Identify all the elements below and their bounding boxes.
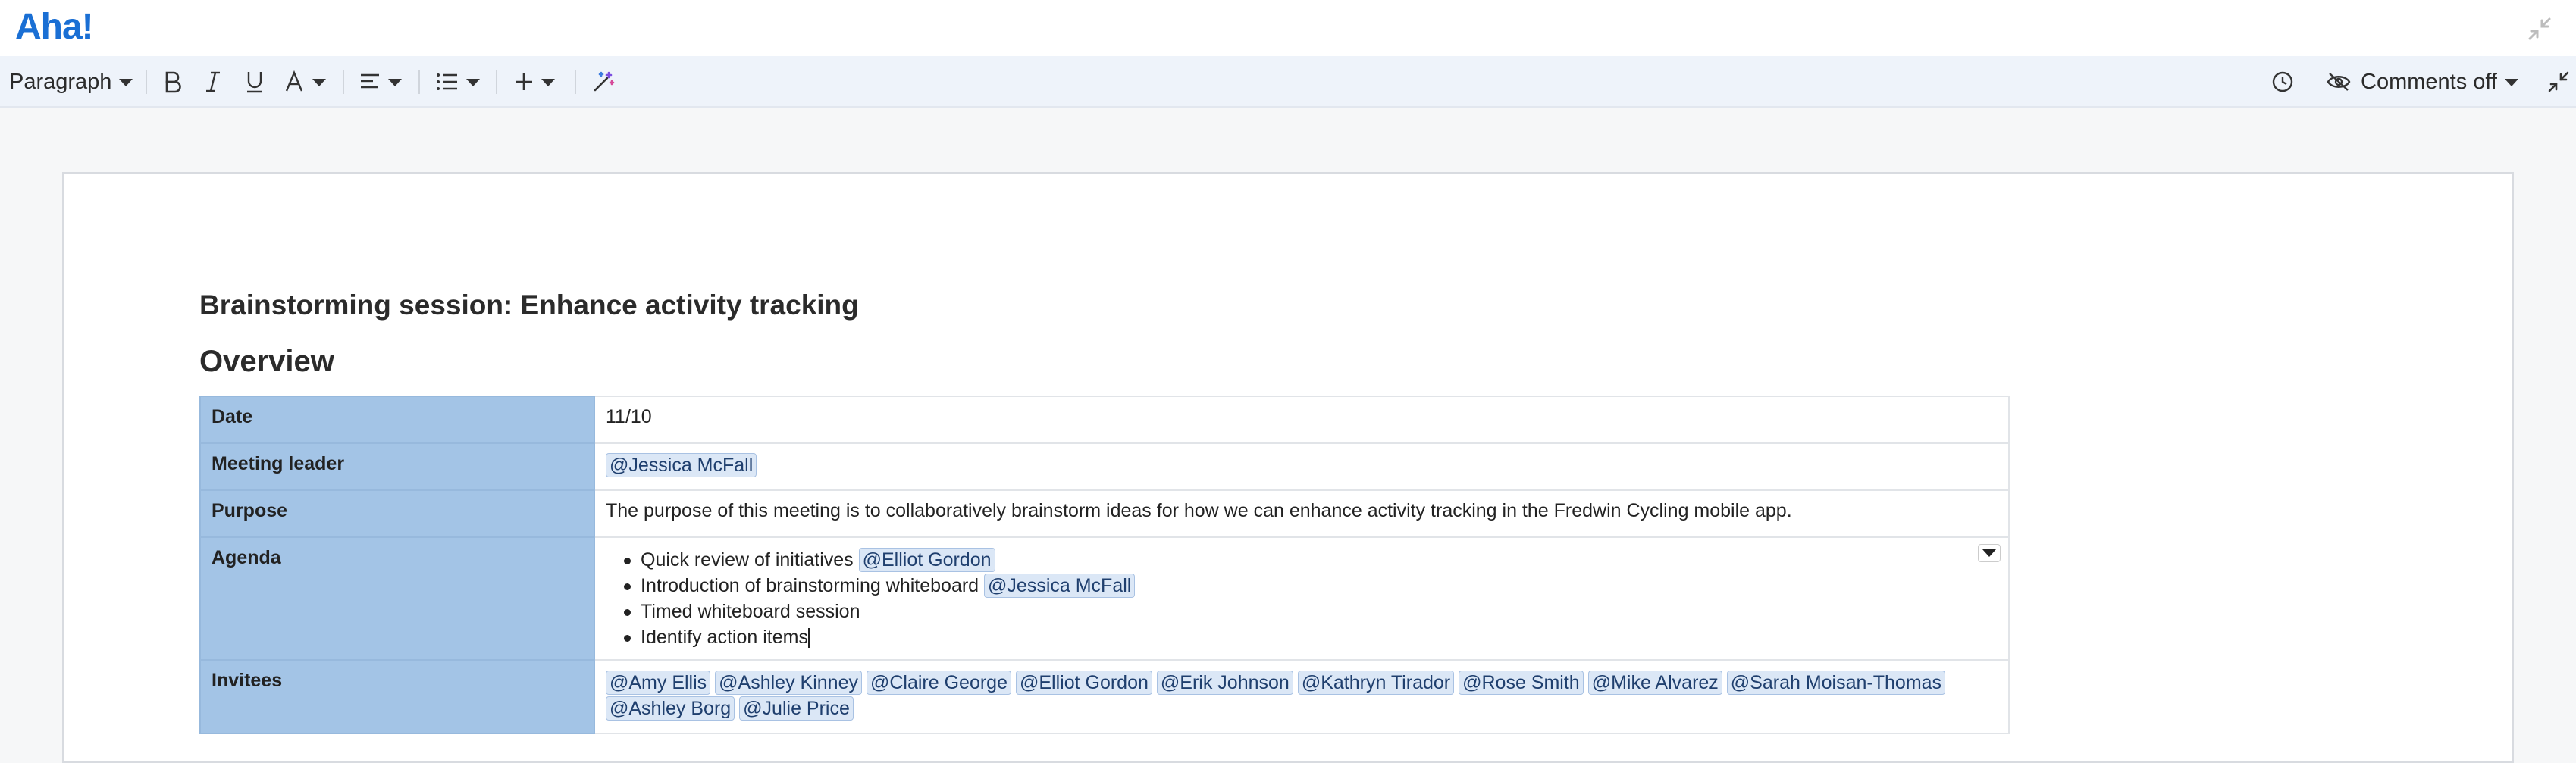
align-dropdown[interactable] xyxy=(359,56,402,108)
bold-button[interactable] xyxy=(163,56,183,108)
align-icon xyxy=(361,73,379,89)
mention-tag[interactable]: @Jessica McFall xyxy=(984,574,1136,598)
mention-tag[interactable]: @Ashley Borg xyxy=(606,696,735,721)
collapse-editor-button[interactable] xyxy=(2547,56,2570,108)
table-row: Agenda Quick review of initiatives @Elli… xyxy=(199,536,2010,661)
history-icon xyxy=(2272,71,2293,92)
toolbar-divider xyxy=(575,70,576,94)
italic-icon xyxy=(206,71,220,92)
list-item[interactable]: Introduction of brainstorming whiteboard… xyxy=(606,573,1998,599)
chevron-down-icon xyxy=(466,79,480,86)
invitees-label: Invitees xyxy=(199,659,595,734)
list-icon xyxy=(437,73,457,90)
invitees-value[interactable]: @Amy Ellis @Ashley Kinney @Claire George @E… xyxy=(594,659,2010,734)
plus-icon xyxy=(516,73,532,90)
mention-tag[interactable]: @Julie Price xyxy=(739,696,854,721)
toolbar-divider xyxy=(418,70,420,94)
text-color-dropdown[interactable] xyxy=(284,56,326,108)
agenda-list: Quick review of initiatives @Elliot Gord… xyxy=(606,547,1998,650)
mention-tag[interactable]: @Ashley Kinney xyxy=(715,671,862,695)
comments-dropdown[interactable]: Comments off xyxy=(2326,56,2518,108)
bold-icon xyxy=(165,71,181,93)
chevron-down-icon xyxy=(312,79,326,86)
ai-assist-button[interactable] xyxy=(592,56,615,108)
chevron-down-icon xyxy=(388,79,402,86)
table-row: Invitees @Amy Ellis @Ashley Kinney @Claire… xyxy=(199,659,2010,734)
underline-button[interactable] xyxy=(244,56,265,108)
table-row: Date 11/10 xyxy=(199,396,2010,444)
purpose-value[interactable]: The purpose of this meeting is to collab… xyxy=(594,489,2010,538)
overview-table: Date 11/10 Meeting leader @Jessica McFal… xyxy=(199,396,2010,734)
paragraph-style-dropdown[interactable]: Paragraph xyxy=(9,56,133,108)
agenda-item-text: Quick review of initiatives xyxy=(641,549,854,571)
agenda-item-text: Timed whiteboard session xyxy=(641,601,860,622)
chevron-down-icon xyxy=(541,79,555,86)
chevron-down-icon xyxy=(1982,549,1996,557)
toolbar-divider xyxy=(496,70,497,94)
collapse-icon[interactable] xyxy=(2526,15,2553,42)
list-item[interactable]: Timed whiteboard session xyxy=(606,599,1998,624)
comments-label: Comments off xyxy=(2361,69,2497,94)
date-label: Date xyxy=(199,396,595,444)
underline-icon xyxy=(247,72,262,93)
document-title[interactable]: Brainstorming session: Enhance activity … xyxy=(199,289,859,321)
meeting-leader-label: Meeting leader xyxy=(199,442,595,491)
mention-tag[interactable]: @Kathryn Tirador xyxy=(1297,671,1455,695)
agenda-item-text: Introduction of brainstorming whiteboard xyxy=(641,575,979,596)
table-row: Purpose The purpose of this meeting is t… xyxy=(199,489,2010,538)
agenda-value[interactable]: Quick review of initiatives @Elliot Gord… xyxy=(594,536,2010,661)
toolbar-divider xyxy=(343,70,344,94)
mention-tag[interactable]: @Erik Johnson xyxy=(1156,671,1293,695)
date-value[interactable]: 11/10 xyxy=(594,396,2010,444)
mention-tag[interactable]: @Mike Alvarez xyxy=(1587,671,1722,695)
mention-tag[interactable]: @Elliot Gordon xyxy=(858,548,995,572)
meeting-leader-value[interactable]: @Jessica McFall xyxy=(594,442,2010,491)
cell-menu-button[interactable] xyxy=(1978,544,2001,562)
toolbar-divider xyxy=(146,70,147,94)
list-item[interactable]: Identify action items xyxy=(606,624,1998,650)
italic-button[interactable] xyxy=(203,56,223,108)
app-header: Aha! xyxy=(0,0,2576,56)
aha-logo[interactable]: Aha! xyxy=(15,6,94,48)
agenda-item-text: Identify action items xyxy=(641,627,808,648)
editor-toolbar: Paragraph Comments off xyxy=(0,56,2576,108)
list-item[interactable]: Quick review of initiatives @Elliot Gord… xyxy=(606,547,1998,573)
magic-wand-icon xyxy=(594,71,615,92)
purpose-label: Purpose xyxy=(199,489,595,538)
overview-heading[interactable]: Overview xyxy=(199,345,334,379)
mention-tag[interactable]: @Jessica McFall xyxy=(606,453,757,477)
text-color-icon xyxy=(285,70,303,92)
paragraph-style-label: Paragraph xyxy=(9,69,112,94)
mention-tag[interactable]: @Rose Smith xyxy=(1459,671,1584,695)
list-dropdown[interactable] xyxy=(436,56,480,108)
chevron-down-icon xyxy=(119,79,133,86)
table-row: Meeting leader @Jessica McFall xyxy=(199,442,2010,491)
comments-off-icon xyxy=(2327,73,2351,91)
mention-tag[interactable]: @Elliot Gordon xyxy=(1016,671,1152,695)
chevron-down-icon xyxy=(2504,79,2518,86)
mention-tag[interactable]: @Sarah Moisan-Thomas xyxy=(1726,671,1946,695)
agenda-label: Agenda xyxy=(199,536,595,661)
mention-tag[interactable]: @Claire George xyxy=(866,671,1011,695)
history-button[interactable] xyxy=(2271,56,2294,108)
text-cursor xyxy=(807,628,810,649)
insert-dropdown[interactable] xyxy=(514,56,555,108)
mention-tag[interactable]: @Amy Ellis xyxy=(606,671,711,695)
collapse-icon xyxy=(2548,71,2569,92)
